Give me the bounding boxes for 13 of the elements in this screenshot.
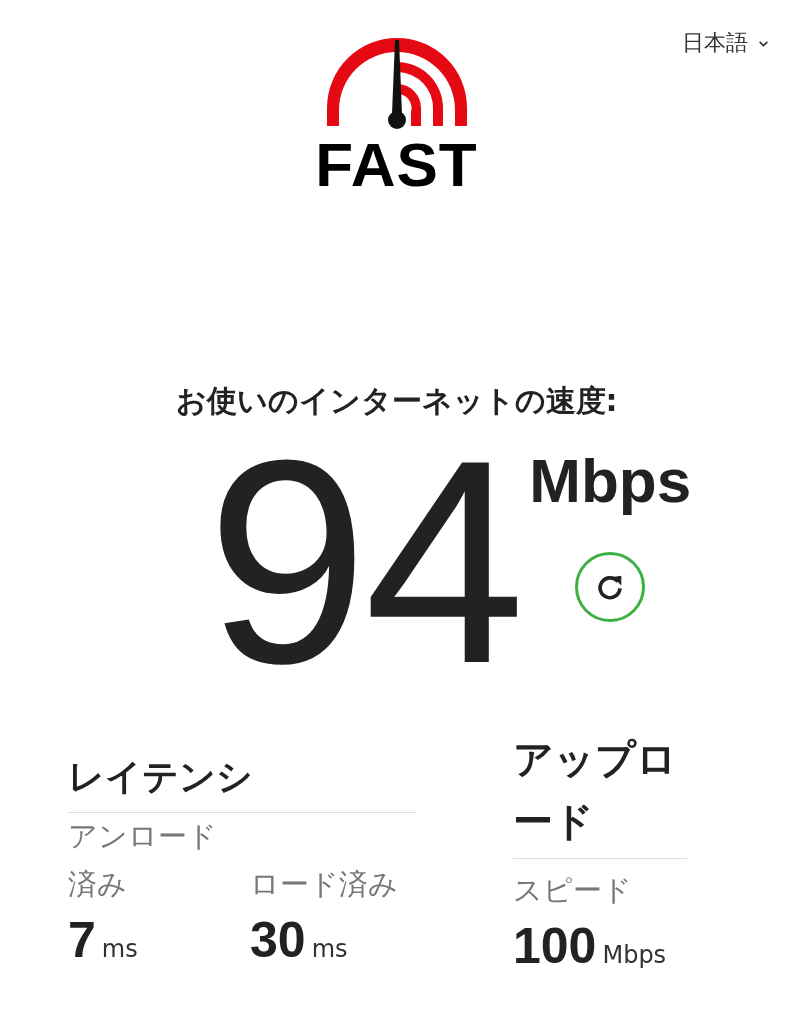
- metric-label: アンロード済み: [68, 818, 218, 903]
- metric-value: 30: [250, 912, 306, 968]
- metric-unit: Mbps: [602, 940, 667, 969]
- metric-unit: ms: [311, 934, 348, 963]
- metric-unit: ms: [101, 934, 138, 963]
- logo-text: FAST: [315, 134, 478, 196]
- metric-value: 100: [513, 918, 597, 974]
- upload-title: アップロード: [513, 735, 678, 846]
- metric-label: スピード: [513, 872, 633, 909]
- metric-value: 7: [68, 912, 96, 968]
- language-selector[interactable]: 日本語: [680, 24, 771, 62]
- metric-label: ロード済み: [250, 865, 398, 903]
- latency-title: レイテンシ: [68, 755, 254, 799]
